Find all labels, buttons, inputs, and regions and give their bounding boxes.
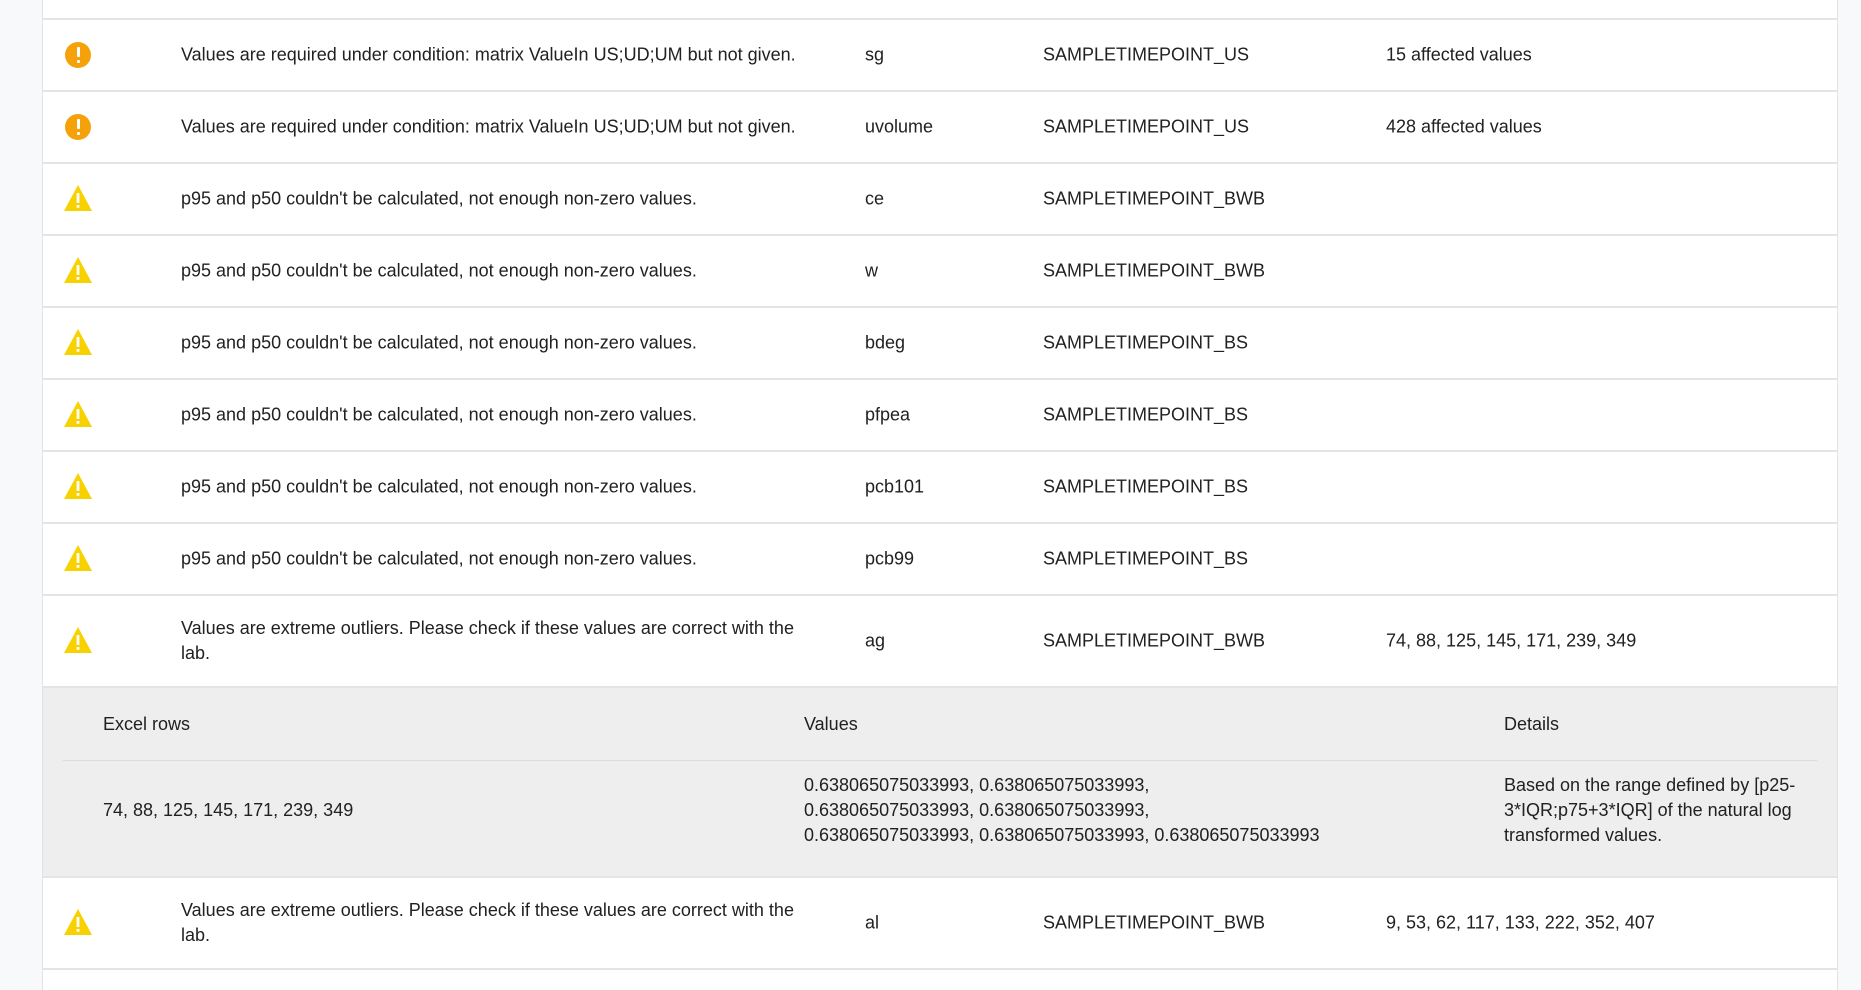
row-sampletimepoint: SAMPLETIMEPOINT_BWB xyxy=(1043,260,1266,281)
previous-row-stub xyxy=(43,0,1837,20)
row-message: Values are required under condition: mat… xyxy=(181,44,796,65)
exclamation-circle-icon xyxy=(63,112,93,142)
row-message: Values are required under condition: mat… xyxy=(181,116,796,137)
row-parameter: ag xyxy=(865,630,886,651)
warning-triangle-icon xyxy=(63,626,93,656)
outlier-detail-panel: Excel rows Values Details 74, 88, 125, 1… xyxy=(43,688,1837,878)
header-details: Details xyxy=(1504,714,1560,734)
validation-row[interactable]: Values are extreme outliers. Please chec… xyxy=(43,878,1837,970)
exclamation-circle-icon xyxy=(63,40,93,70)
row-parameter: bdeg xyxy=(865,332,906,353)
validation-row[interactable]: p95 and p50 couldn't be calculated, not … xyxy=(43,236,1837,308)
row-info: 428 affected values xyxy=(1386,116,1542,137)
header-excel-rows: Excel rows xyxy=(103,714,191,734)
warning-triangle-icon xyxy=(63,328,93,358)
row-sampletimepoint: SAMPLETIMEPOINT_BWB xyxy=(1043,188,1266,209)
row-parameter: ce xyxy=(865,188,885,209)
row-sampletimepoint: SAMPLETIMEPOINT_BWB xyxy=(1043,630,1266,651)
row-message: Values are extreme outliers. Please chec… xyxy=(181,900,794,945)
validation-row-expanded[interactable]: Values are extreme outliers. Please chec… xyxy=(43,596,1837,688)
row-message: p95 and p50 couldn't be calculated, not … xyxy=(181,548,697,569)
row-sampletimepoint: SAMPLETIMEPOINT_BS xyxy=(1043,548,1249,569)
warning-triangle-icon xyxy=(63,472,93,502)
validation-row[interactable]: p95 and p50 couldn't be calculated, not … xyxy=(43,452,1837,524)
row-info: 74, 88, 125, 145, 171, 239, 349 xyxy=(1386,630,1637,651)
warning-triangle-icon xyxy=(63,184,93,214)
row-parameter: pcb101 xyxy=(865,476,925,497)
header-values: Values xyxy=(804,714,858,734)
detail-values: 0.638065075033993, 0.638065075033993, 0.… xyxy=(804,775,1320,845)
row-message: Values are extreme outliers. Please chec… xyxy=(181,618,794,663)
detail-details: Based on the range defined by [p25-3*IQR… xyxy=(1504,775,1796,845)
row-sampletimepoint: SAMPLETIMEPOINT_US xyxy=(1043,44,1250,65)
row-parameter: sg xyxy=(865,44,885,65)
row-parameter: uvolume xyxy=(865,116,934,137)
row-message: p95 and p50 couldn't be calculated, not … xyxy=(181,476,697,497)
validation-row[interactable]: Values are required under condition: mat… xyxy=(43,92,1837,164)
row-message: p95 and p50 couldn't be calculated, not … xyxy=(181,188,697,209)
validation-row[interactable]: p95 and p50 couldn't be calculated, not … xyxy=(43,308,1837,380)
warning-triangle-icon xyxy=(63,256,93,286)
detail-excel-rows: 74, 88, 125, 145, 171, 239, 349 xyxy=(103,800,354,820)
warning-triangle-icon xyxy=(63,544,93,574)
validation-row[interactable]: p95 and p50 couldn't be calculated, not … xyxy=(43,164,1837,236)
row-sampletimepoint: SAMPLETIMEPOINT_BS xyxy=(1043,404,1249,425)
validation-row[interactable]: p95 and p50 couldn't be calculated, not … xyxy=(43,524,1837,596)
row-parameter: al xyxy=(865,912,880,933)
detail-body: 74, 88, 125, 145, 171, 239, 349 0.638065… xyxy=(63,761,1817,876)
row-sampletimepoint: SAMPLETIMEPOINT_BS xyxy=(1043,332,1249,353)
row-sampletimepoint: SAMPLETIMEPOINT_BWB xyxy=(1043,912,1266,933)
row-message: p95 and p50 couldn't be calculated, not … xyxy=(181,404,697,425)
row-info: 9, 53, 62, 117, 133, 222, 352, 407 xyxy=(1386,912,1655,933)
validation-results-panel: Values are required under condition: mat… xyxy=(42,0,1838,990)
row-sampletimepoint: SAMPLETIMEPOINT_US xyxy=(1043,116,1250,137)
row-message: p95 and p50 couldn't be calculated, not … xyxy=(181,332,697,353)
row-info: 15 affected values xyxy=(1386,44,1532,65)
validation-row[interactable]: p95 and p50 couldn't be calculated, not … xyxy=(43,380,1837,452)
row-message: p95 and p50 couldn't be calculated, not … xyxy=(181,260,697,281)
warning-triangle-icon xyxy=(63,908,93,938)
row-parameter: pfpea xyxy=(865,404,911,425)
warning-triangle-icon xyxy=(63,400,93,430)
row-parameter: pcb99 xyxy=(865,548,915,569)
row-sampletimepoint: SAMPLETIMEPOINT_BS xyxy=(1043,476,1249,497)
detail-header: Excel rows Values Details xyxy=(63,688,1817,761)
row-parameter: w xyxy=(865,260,878,281)
validation-row[interactable]: Values are required under condition: mat… xyxy=(43,20,1837,92)
